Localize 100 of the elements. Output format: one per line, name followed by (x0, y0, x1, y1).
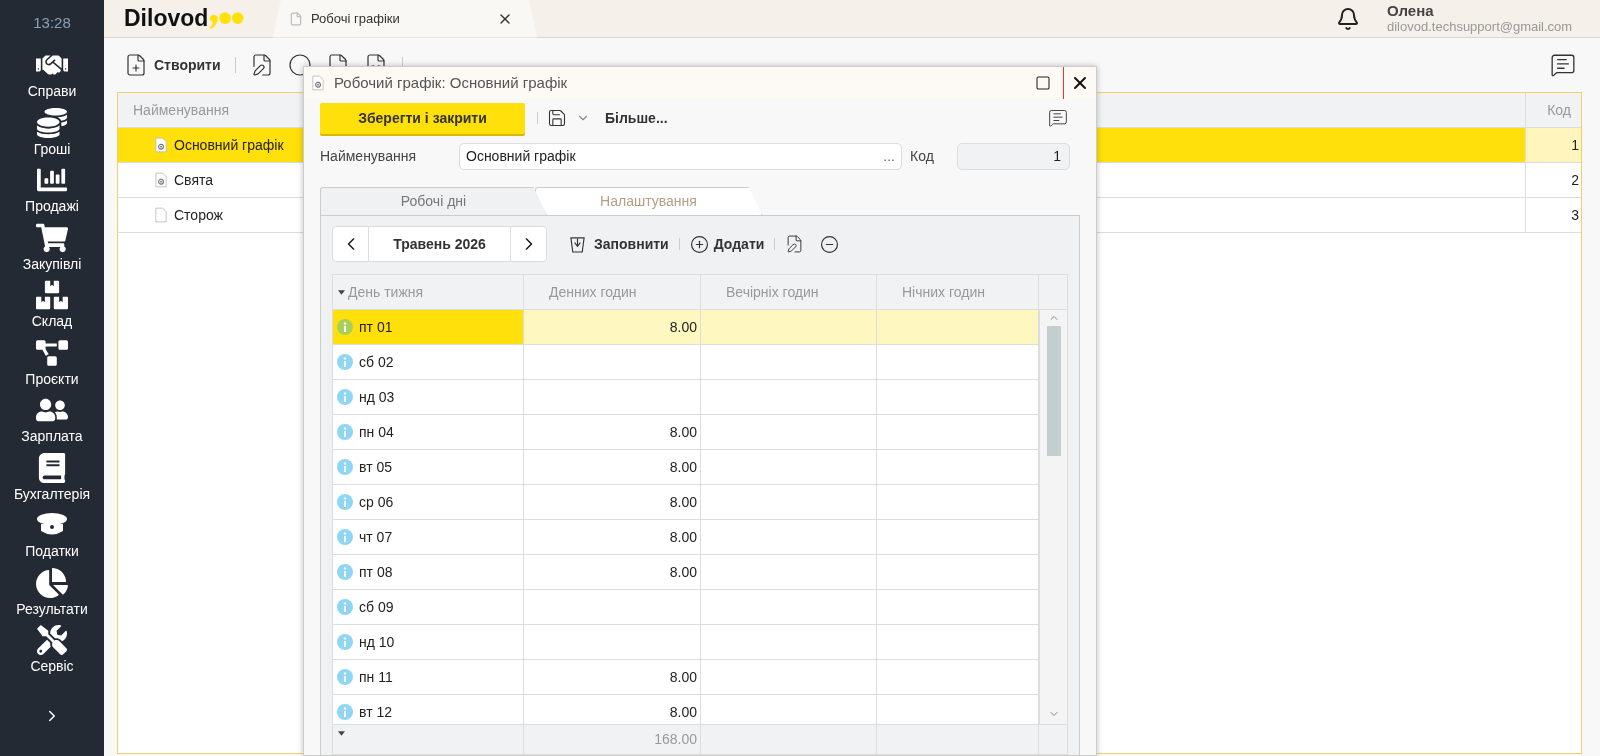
day-row[interactable]: нд 03 (333, 380, 1039, 415)
field-label: Найменування (320, 146, 417, 166)
save-icon[interactable] (547, 108, 567, 128)
hours-text: 8.00 (669, 702, 697, 722)
bin-arrow-icon (569, 235, 586, 253)
file-plus-icon (124, 52, 148, 78)
day-text: сб 09 (359, 597, 394, 617)
sidebar-item[interactable]: Бухгалтерія (0, 448, 104, 506)
sidebar-item[interactable]: Продажі (0, 161, 104, 219)
user-email: dilovod.techsupport@gmail.com (1387, 18, 1574, 35)
day-text: пн 04 (359, 422, 394, 442)
document-tab[interactable]: Робочі графіки (273, 0, 537, 38)
maximize-icon[interactable] (1035, 75, 1051, 91)
comment-icon[interactable] (1048, 108, 1068, 128)
day-row[interactable]: вт 05 8.00 (333, 450, 1039, 485)
pie-chart-icon (36, 567, 68, 598)
document-icon (155, 207, 167, 223)
scrollbar[interactable] (1039, 310, 1067, 724)
day-text: ср 06 (359, 492, 394, 512)
sidebar-item[interactable]: Склад (0, 276, 104, 334)
name-text: Сторож (174, 205, 223, 225)
tools-icon (36, 625, 68, 656)
sort-triangle-icon (338, 731, 345, 736)
scrollbar-thumb[interactable] (1046, 326, 1061, 456)
code-field[interactable]: 1 (957, 142, 1070, 170)
day-row[interactable]: сб 02 (333, 345, 1039, 380)
sort-triangle-icon (338, 289, 345, 295)
info-icon (337, 529, 353, 545)
day-row[interactable]: вт 12 8.00 (333, 695, 1039, 724)
day-text: чт 07 (359, 527, 393, 547)
day-text: пн 11 (359, 667, 393, 687)
info-icon (337, 634, 353, 650)
name-text: Основний графік (174, 135, 284, 155)
fill-button[interactable]: Заповнити (569, 233, 669, 255)
hours-text: 8.00 (669, 317, 697, 337)
sidebar-item[interactable]: Гроші (0, 103, 104, 161)
circle-icon[interactable] (287, 53, 312, 77)
comment-icon[interactable] (1550, 52, 1576, 78)
day-row[interactable]: пт 08 8.00 (333, 555, 1039, 590)
field-label: Код (910, 146, 935, 166)
name-field[interactable]: Основний графік ... (459, 142, 902, 170)
day-text: сб 02 (359, 352, 394, 372)
cart-icon (36, 222, 68, 253)
day-text: пт 01 (359, 317, 393, 337)
select-dots-button[interactable]: ... (883, 145, 895, 167)
info-icon (337, 459, 353, 475)
tab[interactable]: Робочі дні (320, 187, 547, 215)
notification-bell-icon[interactable] (1336, 6, 1360, 31)
dialog-title: Робочий графік: Основний графік (334, 72, 569, 93)
user-name: Олена (1387, 2, 1435, 19)
hours-text: 8.00 (669, 527, 697, 547)
create-button[interactable]: Створити (124, 52, 221, 78)
boxes-icon (36, 280, 68, 311)
minus-circle-icon[interactable] (820, 234, 840, 254)
day-text: пт 08 (359, 562, 393, 582)
clock: 13:28 (33, 12, 71, 33)
info-icon (337, 389, 353, 405)
day-row[interactable]: пт 01 8.00 (333, 310, 1039, 345)
save-close-button[interactable]: Зберегти і закрити (320, 102, 525, 134)
day-row[interactable]: ср 06 8.00 (333, 485, 1039, 520)
table-cell: 1 (1526, 128, 1581, 162)
day-row[interactable]: сб 09 (333, 590, 1039, 625)
gear-document-icon (312, 75, 324, 91)
day-row[interactable]: нд 10 (333, 625, 1039, 660)
more-button[interactable]: Більше... (605, 107, 668, 129)
name-text: Свята (174, 170, 213, 190)
day-text: вт 05 (359, 457, 392, 477)
info-icon (337, 669, 353, 685)
sidebar-item[interactable]: Результати (0, 563, 104, 621)
book-icon (36, 452, 68, 483)
add-button[interactable]: Додати (689, 233, 765, 255)
day-row[interactable]: пн 04 8.00 (333, 415, 1039, 450)
plus-circle-icon (689, 234, 709, 254)
info-icon (337, 319, 353, 335)
hours-text: 8.00 (669, 667, 697, 687)
gear-document-icon (155, 137, 167, 153)
document-icon (289, 10, 303, 27)
logo: Dilovod (124, 7, 209, 30)
coins-icon (36, 107, 68, 138)
sidebar-item[interactable]: Зарплата (0, 391, 104, 449)
info-icon (337, 354, 353, 370)
day-row[interactable]: чт 07 8.00 (333, 520, 1039, 555)
hours-text: 8.00 (669, 492, 697, 512)
sidebar-item[interactable]: Проєкти (0, 333, 104, 391)
sidebar-item[interactable]: Сервіс (0, 621, 104, 679)
sidebar-item[interactable]: Податки (0, 506, 104, 564)
info-icon (337, 564, 353, 580)
day-text: вт 12 (359, 702, 392, 722)
day-row[interactable]: пн 11 8.00 (333, 660, 1039, 695)
sidebar-item[interactable]: Закупівлі (0, 218, 104, 276)
info-icon (337, 599, 353, 615)
hours-text: 8.00 (669, 562, 697, 582)
day-text: нд 10 (359, 632, 395, 652)
sidebar-item[interactable]: Справи (0, 46, 104, 104)
gear-document-icon (155, 172, 167, 188)
month-label: Травень 2026 (392, 234, 487, 254)
info-icon (337, 424, 353, 440)
hours-text: 8.00 (669, 422, 697, 442)
hours-text: 8.00 (669, 457, 697, 477)
info-icon (337, 704, 353, 720)
